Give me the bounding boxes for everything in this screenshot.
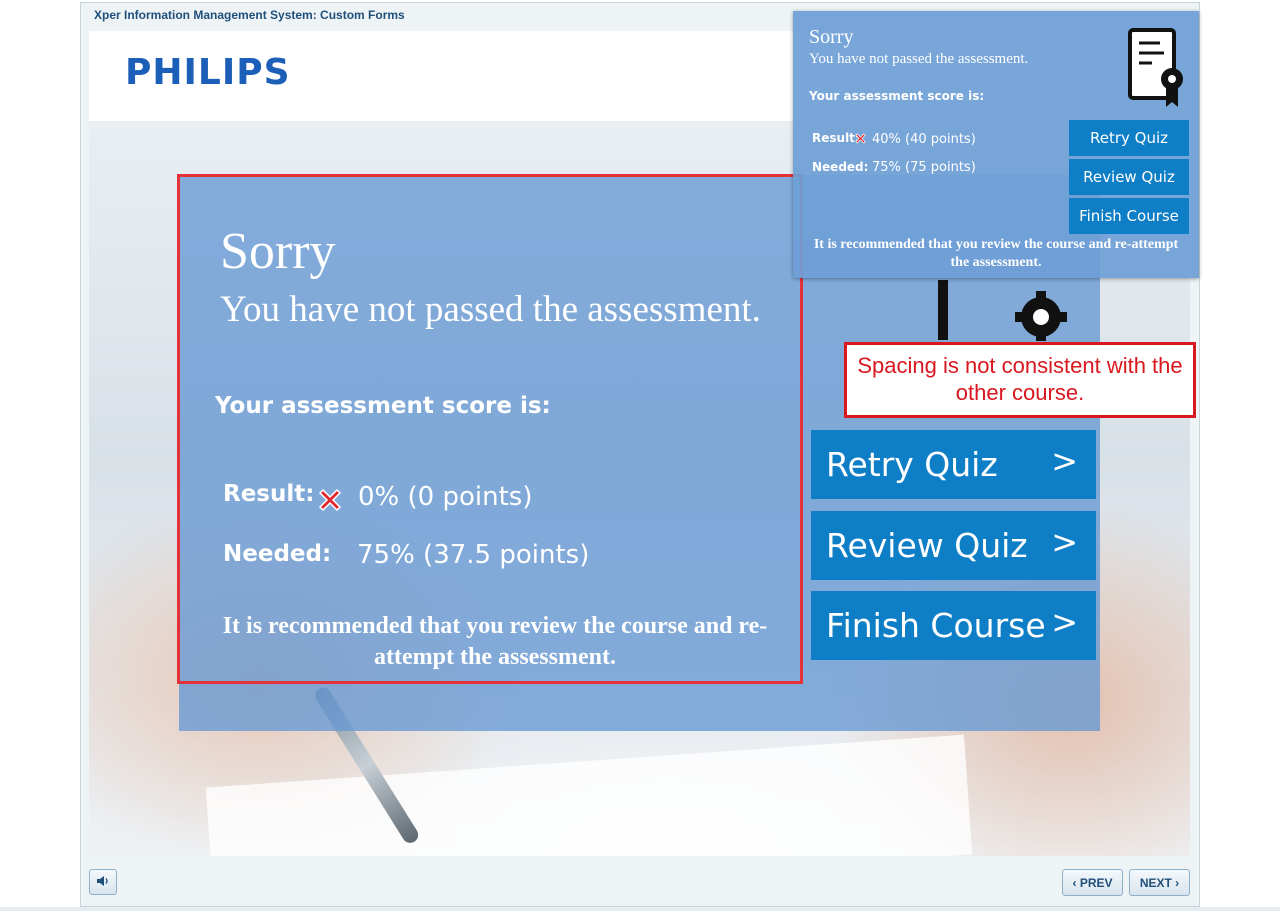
reference-needed-label: Needed: [812, 160, 869, 174]
reference-score-label: Your assessment score is: [809, 89, 985, 103]
reference-subtitle: You have not passed the assessment. [809, 51, 1029, 67]
chevron-right-icon: › [1175, 875, 1180, 890]
audio-button[interactable] [89, 869, 117, 895]
review-quiz-label: Review Quiz [826, 526, 1028, 565]
needed-value: 75% (37.5 points) [357, 540, 590, 570]
philips-logo: PHILIPS [125, 52, 291, 93]
bottom-divider [0, 907, 1280, 911]
reference-review-quiz-button[interactable]: Review Quiz [1069, 159, 1189, 195]
review-quiz-button[interactable]: Review Quiz > [811, 511, 1096, 580]
result-subtitle: You have not passed the assessment. [220, 289, 761, 330]
reference-recommendation: It is recommended that you review the co… [813, 237, 1179, 270]
reference-heading: Sorry [809, 26, 854, 48]
prev-button[interactable]: ‹ PREV [1062, 869, 1123, 896]
needed-label: Needed: [223, 541, 332, 567]
reference-finish-course-button[interactable]: Finish Course [1069, 198, 1189, 234]
reference-result-label: Result: [812, 131, 860, 145]
reference-retry-quiz-button[interactable]: Retry Quiz [1069, 120, 1189, 156]
review-annotation: Spacing is not consistent with the other… [844, 342, 1196, 418]
next-label: NEXT [1139, 875, 1172, 890]
gear-icon [1015, 291, 1067, 341]
next-button[interactable]: NEXT › [1129, 869, 1190, 896]
retry-quiz-label: Retry Quiz [826, 445, 998, 484]
photo-paper [205, 734, 973, 856]
retry-quiz-button[interactable]: Retry Quiz > [811, 430, 1096, 499]
result-value: 0% (0 points) [358, 482, 533, 512]
score-label: Your assessment score is: [215, 393, 551, 419]
speaker-icon [97, 875, 108, 886]
certificate-icon-fragment [938, 280, 948, 340]
window-title: Xper Information Management System: Cust… [94, 8, 405, 22]
red-x-icon [855, 133, 866, 144]
finish-course-label: Finish Course [826, 606, 1046, 645]
chevron-right-icon: > [1051, 442, 1078, 480]
recommendation-text: It is recommended that you review the co… [222, 613, 768, 670]
prev-label: PREV [1079, 875, 1113, 890]
red-x-icon [318, 488, 342, 512]
reference-result-value: 40% (40 points) [872, 132, 976, 147]
chevron-right-icon: > [1051, 523, 1078, 561]
result-heading: Sorry [220, 223, 336, 280]
chevron-right-icon: > [1051, 603, 1078, 641]
chevron-left-icon: ‹ [1072, 875, 1077, 890]
reference-panel: Sorry You have not passed the assessment… [793, 11, 1199, 278]
reference-needed-value: 75% (75 points) [872, 160, 976, 175]
result-label: Result: [223, 481, 315, 507]
finish-course-button[interactable]: Finish Course > [811, 591, 1096, 660]
certificate-gear-icon [1128, 28, 1183, 107]
